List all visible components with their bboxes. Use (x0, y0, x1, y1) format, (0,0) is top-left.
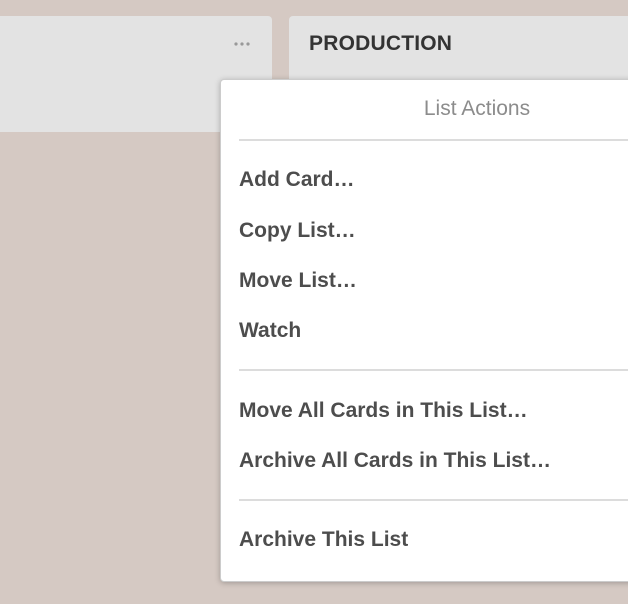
add-card-item[interactable]: Add Card… (239, 168, 355, 192)
archive-all-cards-item[interactable]: Archive All Cards in This List… (239, 449, 551, 473)
list-title[interactable]: PRODUCTION (309, 32, 452, 56)
divider (239, 499, 628, 501)
archive-list-item[interactable]: Archive This List (239, 528, 408, 552)
ellipsis-icon (233, 41, 251, 47)
list-actions-popover: List Actions Add Card… Copy List… Move L… (220, 79, 628, 582)
divider (239, 369, 628, 371)
watch-item[interactable]: Watch (239, 319, 301, 343)
board-canvas: PRODUCTION List Actions Add Card… Copy L… (0, 0, 628, 604)
copy-list-item[interactable]: Copy List… (239, 219, 356, 243)
divider (239, 139, 628, 141)
popover-title: List Actions (423, 97, 531, 120)
move-list-item[interactable]: Move List… (239, 269, 357, 293)
list-menu-button[interactable] (227, 32, 257, 56)
move-all-cards-item[interactable]: Move All Cards in This List… (239, 399, 528, 423)
